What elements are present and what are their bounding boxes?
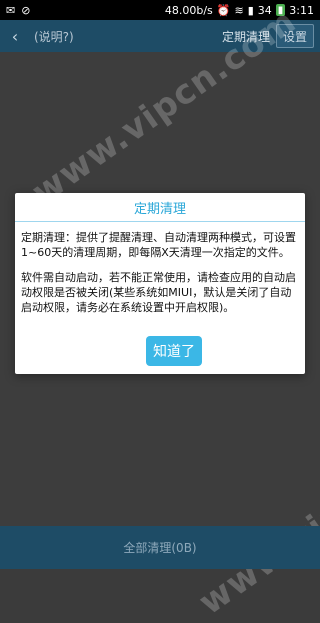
- dialog-title: 定期清理: [15, 193, 305, 222]
- status-bar: ✉ ⊘ 48.00b/s ⏰ ≋ ▮ 34 ▮ 3:11: [0, 0, 320, 20]
- dialog-paragraph-2: 软件需自动启动，若不能正常使用，请检查应用的自动启动权限是否被关闭(某些系统如M…: [21, 271, 296, 314]
- battery-icon: ▮: [275, 4, 286, 16]
- alarm-icon: ⏰: [216, 3, 231, 17]
- dialog-paragraph-1: 定期清理：提供了提醒清理、自动清理两种模式，可设置1~60天的清理周期，即每隔X…: [21, 231, 296, 259]
- app-bar-right-title: 定期清理: [221, 29, 270, 44]
- settings-button[interactable]: 设置: [275, 24, 314, 48]
- network-speed: 48.00b/s: [164, 3, 213, 17]
- back-icon[interactable]: ‹: [6, 27, 24, 46]
- signal-icon: ▮: [247, 3, 254, 17]
- signal-level: 34: [257, 3, 272, 17]
- dialog-body: 定期清理：提供了提醒清理、自动清理两种模式，可设置1~60天的清理周期，即每隔X…: [15, 222, 305, 315]
- status-right: 48.00b/s ⏰ ≋ ▮ 34 ▮ 3:11: [165, 4, 314, 17]
- wifi-icon: ≋: [234, 3, 244, 17]
- sync-icon: ⊘: [21, 3, 31, 17]
- ok-button[interactable]: 知道了: [146, 336, 202, 366]
- notification-icon: ✉: [6, 3, 16, 17]
- clean-all-label: 全部清理(0B): [123, 541, 197, 555]
- status-left: ✉ ⊘: [6, 4, 30, 17]
- app-bar: ‹ (说明?) 定期清理 设置: [0, 20, 320, 52]
- clean-all-button[interactable]: 全部清理(0B): [0, 526, 320, 569]
- app-bar-title: (说明?): [34, 29, 74, 44]
- info-dialog: 定期清理 定期清理：提供了提醒清理、自动清理两种模式，可设置1~60天的清理周期…: [15, 193, 305, 374]
- clock: 3:11: [289, 3, 314, 17]
- watermark-bottom: www.vipcn.com: [191, 411, 320, 623]
